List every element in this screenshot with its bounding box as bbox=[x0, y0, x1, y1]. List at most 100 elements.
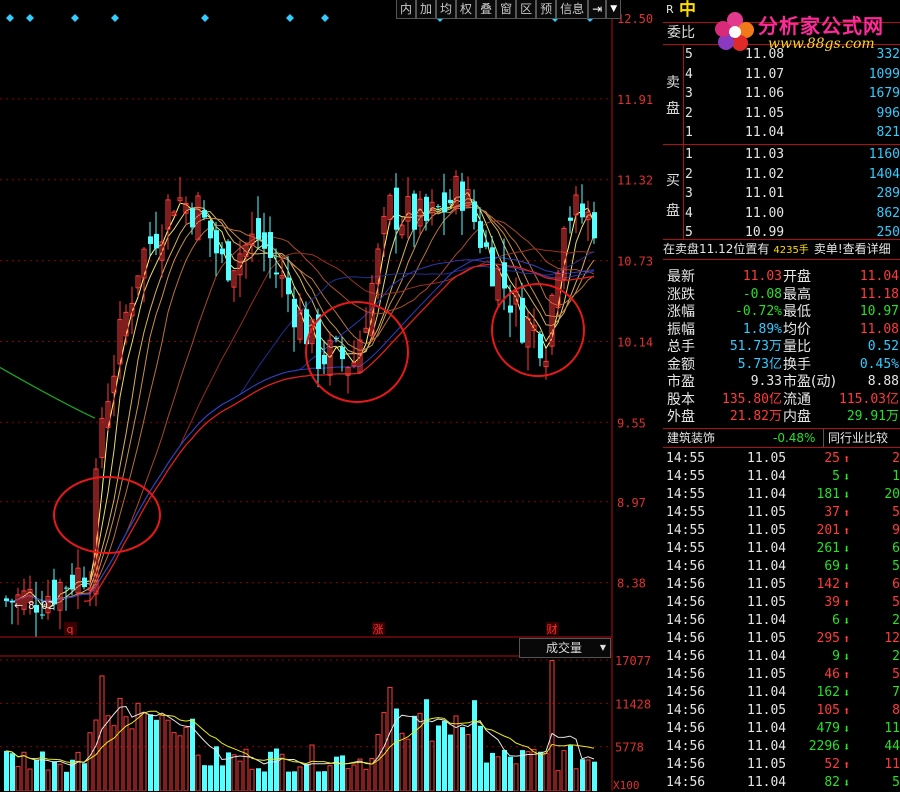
tick-extra: 12 bbox=[884, 631, 900, 646]
volume-bar bbox=[508, 756, 513, 791]
tick-extra: 5 bbox=[892, 559, 900, 574]
kline-chart-area[interactable]: 12.50 11.91 11.32 10.73 10.14 9.55 8.97 8.38 ← 8.… bbox=[0, 0, 662, 791]
toolbar-btn-nei[interactable]: 内 bbox=[396, 0, 417, 19]
notice-text: 在卖盘11.12位置有 bbox=[663, 242, 770, 256]
tick-price: 11.05 bbox=[747, 523, 787, 538]
volume-bar bbox=[87, 732, 93, 791]
toolbar-btn-xinxi[interactable]: 信息 bbox=[556, 0, 589, 19]
stat-label: 金额 bbox=[667, 356, 695, 373]
tick-volume: 25 bbox=[824, 451, 840, 466]
tick-volume: 6 bbox=[832, 613, 840, 628]
toolbar-btn-jun[interactable]: 均 bbox=[436, 0, 457, 19]
low-arrow-icon: ← bbox=[14, 599, 23, 612]
ask-row[interactable]: 2 11.05 996 bbox=[663, 105, 900, 123]
volume-bar bbox=[309, 744, 315, 791]
event-diamond-icon bbox=[286, 14, 294, 22]
tick-extra: 5 bbox=[892, 505, 900, 520]
tick-extra: 5 bbox=[892, 775, 900, 790]
candle-body bbox=[520, 297, 525, 343]
bid-row[interactable]: 3 11.01 289 bbox=[663, 185, 900, 203]
candle-body bbox=[412, 193, 417, 230]
volume: 1404 bbox=[868, 166, 900, 182]
toolbar-btn-die[interactable]: 叠 bbox=[476, 0, 497, 19]
volume-unit-label: X100 bbox=[613, 779, 640, 791]
tick-price: 11.05 bbox=[747, 757, 787, 772]
tick-time: 14:56 bbox=[666, 703, 706, 718]
candle-body bbox=[448, 199, 453, 204]
candle-body bbox=[340, 346, 345, 360]
tick-time: 14:56 bbox=[666, 757, 706, 772]
tick-price: 11.04 bbox=[747, 559, 787, 574]
price: 11.01 bbox=[745, 186, 785, 201]
tick-time: 14:56 bbox=[666, 595, 706, 610]
volume-bar bbox=[543, 752, 549, 791]
stat-value: 10.97 bbox=[859, 304, 899, 319]
tick-row: 14:55 11.04 5 ⬇ 1 bbox=[663, 468, 900, 486]
bid-row[interactable]: 1 11.03 1160 bbox=[663, 146, 900, 164]
candle-body bbox=[40, 614, 45, 616]
industry-change: -0.48% bbox=[773, 431, 816, 445]
flower-logo-icon bbox=[715, 12, 754, 51]
arrow-up-icon: ⬆ bbox=[843, 578, 851, 592]
stat-value: -0.72% bbox=[735, 304, 782, 319]
ask-row[interactable]: 1 11.04 821 bbox=[663, 124, 900, 142]
event-diamond-icon bbox=[201, 14, 209, 22]
volume-bar bbox=[465, 734, 471, 791]
r-flag: R bbox=[666, 3, 674, 16]
bid-row[interactable]: 2 11.02 1404 bbox=[663, 166, 900, 184]
volume-bar bbox=[592, 761, 597, 791]
industry-name[interactable]: 建筑装饰 bbox=[667, 429, 715, 447]
tick-price: 11.05 bbox=[747, 631, 787, 646]
candle-body bbox=[268, 232, 273, 258]
tick-volume: 295 bbox=[816, 631, 840, 646]
big-order-notice[interactable]: 在卖盘11.12位置有 4235手 卖单!查看详细 bbox=[663, 240, 900, 258]
volume-bar bbox=[568, 745, 573, 791]
stat-label: 涨幅 bbox=[667, 304, 695, 320]
volume-bar bbox=[64, 771, 69, 791]
volume-bar bbox=[105, 715, 111, 791]
kline-chart[interactable]: 12.50 11.91 11.32 10.73 10.14 9.55 8.97 8.38 ← 8.… bbox=[0, 0, 662, 791]
volume-bar bbox=[351, 764, 357, 791]
tick-row: 14:55 11.05 25 ⬆ 2 bbox=[663, 450, 900, 468]
stat-row: 总手 51.73万 量比 0.52 bbox=[663, 338, 900, 356]
tick-volume: 5 bbox=[832, 469, 840, 484]
volume-indicator-select[interactable]: 成交量 ▼ bbox=[519, 638, 611, 658]
ask-row[interactable]: 3 11.06 1679 bbox=[663, 85, 900, 103]
stat-value: 1.89% bbox=[742, 321, 782, 337]
volume-bar bbox=[27, 768, 33, 791]
industry-compare-button[interactable]: 同行业比较 bbox=[823, 429, 892, 447]
volume-bar bbox=[538, 751, 543, 791]
toolbar-btn-quan[interactable]: 权 bbox=[456, 0, 477, 19]
toolbar-btn-yu[interactable]: 预 bbox=[536, 0, 557, 19]
ma-green-line bbox=[0, 366, 96, 419]
volume-bar bbox=[304, 763, 309, 791]
toolbar-btn-qu[interactable]: 区 bbox=[516, 0, 537, 19]
arrow-up-icon: ⬆ bbox=[843, 524, 851, 538]
price-axis-label: 9.55 bbox=[617, 416, 646, 430]
arrow-down-icon: ⬇ bbox=[843, 614, 851, 628]
price-axis-label: 8.38 bbox=[617, 577, 646, 591]
arrow-right-bar-icon[interactable]: ⇥ bbox=[588, 0, 607, 19]
stock-name[interactable]: 中 bbox=[679, 0, 696, 20]
stat-row: 外盘 21.82万 内盘 29.91万 bbox=[663, 408, 900, 426]
volume-bar bbox=[399, 732, 405, 791]
tick-extra: 2 bbox=[892, 649, 900, 664]
volume-bar bbox=[513, 763, 519, 791]
volume-bar bbox=[297, 766, 303, 791]
bid-row[interactable]: 4 11.00 862 bbox=[663, 205, 900, 223]
stat-row: 振幅 1.89% 均价 11.08 bbox=[663, 321, 900, 339]
price-axis-label: 10.14 bbox=[617, 335, 653, 349]
tick-volume: 201 bbox=[816, 523, 840, 538]
toolbar-btn-chuang[interactable]: 窗 bbox=[496, 0, 517, 19]
volume-bar bbox=[442, 720, 447, 791]
stat-label: 均价 bbox=[783, 321, 811, 338]
tick-price: 11.05 bbox=[747, 667, 787, 682]
toolbar-btn-jia[interactable]: 加 bbox=[416, 0, 437, 19]
tick-price: 11.04 bbox=[747, 469, 787, 484]
triangle-down-icon[interactable]: ▼ bbox=[606, 0, 622, 19]
candle-body bbox=[508, 305, 513, 313]
level: 4 bbox=[685, 66, 693, 82]
view-detail-link[interactable]: 查看详细 bbox=[843, 242, 891, 256]
ask-row[interactable]: 4 11.07 1099 bbox=[663, 66, 900, 84]
tick-row: 14:56 11.04 82 ⬇ 5 bbox=[663, 774, 900, 792]
